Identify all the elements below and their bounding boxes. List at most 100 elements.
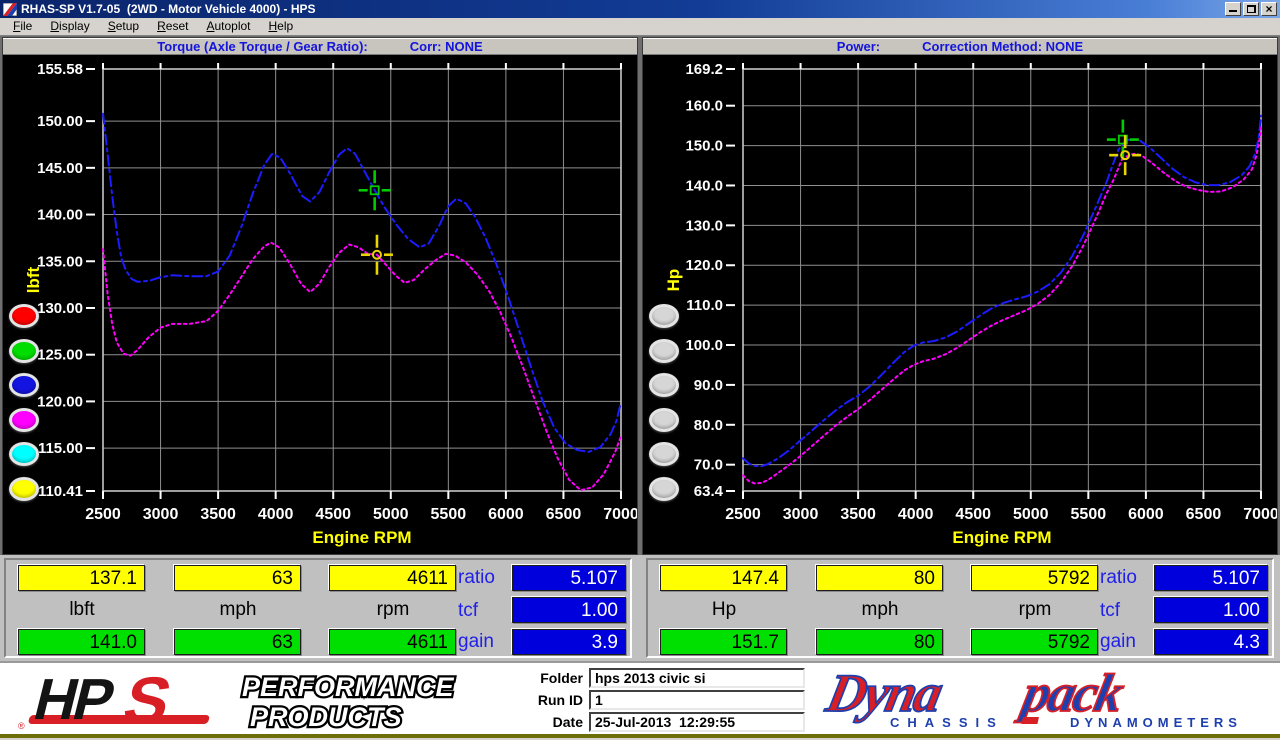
power-readout-panel: 147.4 80 5792 Hp mph rpm 151.7 80 5792 r… <box>646 558 1274 658</box>
window-title: RHAS-SP V1.7-05 (2WD - Motor Vehicle 400… <box>21 0 1225 18</box>
svg-text:4500: 4500 <box>955 506 991 523</box>
torque-plot[interactable]: 155.58150.00145.00140.00135.00130.00125.… <box>3 55 637 555</box>
torque-unit-label: lbft <box>15 599 149 623</box>
svg-text:Engine RPM: Engine RPM <box>312 528 411 547</box>
svg-text:135.00: 135.00 <box>37 253 83 270</box>
date-input[interactable] <box>589 712 805 732</box>
power-cursor2-value: 151.7 <box>660 629 787 655</box>
power-plot[interactable]: 169.2160.0150.0140.0130.0120.0110.0100.0… <box>643 55 1277 555</box>
run-color-button-magenta[interactable] <box>9 408 39 432</box>
menu-reset[interactable]: Reset <box>148 18 197 35</box>
svg-text:2500: 2500 <box>725 506 761 523</box>
bottom-edge-strip <box>0 734 1280 738</box>
menu-display[interactable]: Display <box>41 18 98 35</box>
run-slot-button-4[interactable] <box>649 408 679 432</box>
svg-text:5500: 5500 <box>1071 506 1107 523</box>
run-slot-button-1[interactable] <box>649 304 679 328</box>
run-slot-button-5[interactable] <box>649 442 679 466</box>
run-id-label: Run ID <box>505 692 589 708</box>
close-icon: × <box>1265 4 1272 14</box>
close-button[interactable]: × <box>1261 2 1277 16</box>
menu-autoplot[interactable]: Autoplot <box>197 18 259 35</box>
svg-text:130.0: 130.0 <box>685 217 723 234</box>
svg-text:5000: 5000 <box>1013 506 1049 523</box>
speed-unit-label-2: mph <box>813 599 947 623</box>
menu-file[interactable]: File <box>4 18 41 35</box>
torque-cursor2-rpm: 4611 <box>329 629 456 655</box>
menu-help[interactable]: Help <box>260 18 303 35</box>
svg-text:80.0: 80.0 <box>694 417 723 434</box>
gain-value-2: 4.3 <box>1154 629 1268 655</box>
svg-text:Hp: Hp <box>664 269 683 292</box>
gain-label: gain <box>458 631 518 655</box>
footer-bar: HP S ® PERFORMANCE PRODUCTS Folder Run I… <box>0 661 1280 734</box>
svg-text:Engine RPM: Engine RPM <box>952 528 1051 547</box>
svg-text:2500: 2500 <box>85 506 121 523</box>
svg-text:3000: 3000 <box>143 506 179 523</box>
svg-text:7000: 7000 <box>603 506 637 523</box>
svg-text:7000: 7000 <box>1243 506 1277 523</box>
run-color-button-red[interactable] <box>9 304 39 328</box>
svg-text:PERFORMANCE: PERFORMANCE <box>242 672 454 702</box>
charts-area: Torque (Axle Torque / Gear Ratio): Corr:… <box>0 36 1280 555</box>
restore-button[interactable] <box>1243 2 1259 16</box>
svg-text:6500: 6500 <box>546 506 582 523</box>
torque-chart-title: Torque (Axle Torque / Gear Ratio): <box>157 39 367 54</box>
rpm-unit-label-2: rpm <box>968 599 1102 623</box>
power-chart-header: Power: Correction Method: NONE <box>643 38 1277 55</box>
torque-correction-label: Corr: NONE <box>410 39 483 54</box>
run-slot-button-2[interactable] <box>649 339 679 363</box>
torque-cursor-value: 137.1 <box>18 565 145 591</box>
run-slot-button-6[interactable] <box>649 477 679 501</box>
ratio-value: 5.107 <box>512 565 626 591</box>
torque-chart-panel: Torque (Axle Torque / Gear Ratio): Corr:… <box>2 37 638 555</box>
svg-text:120.00: 120.00 <box>37 393 83 410</box>
tcf-label: tcf <box>458 600 518 624</box>
svg-text:145.00: 145.00 <box>37 160 83 177</box>
tcf-value: 1.00 <box>512 597 626 623</box>
svg-text:lbft: lbft <box>24 266 43 293</box>
power-cursor-mph: 80 <box>816 565 943 591</box>
svg-text:160.0: 160.0 <box>685 98 723 115</box>
minimize-button[interactable] <box>1225 2 1241 16</box>
menu-bar: File Display Setup Reset Autoplot Help <box>0 18 1280 36</box>
svg-text:140.00: 140.00 <box>37 207 83 224</box>
power-unit-label: Hp <box>657 599 791 623</box>
run-slot-button-3[interactable] <box>649 373 679 397</box>
torque-cursor-mph: 63 <box>174 565 301 591</box>
svg-text:5000: 5000 <box>373 506 409 523</box>
torque-cursor2-mph: 63 <box>174 629 301 655</box>
svg-text:3500: 3500 <box>200 506 236 523</box>
hps-logo: HP S ® PERFORMANCE PRODUCTS <box>14 667 484 731</box>
run-color-button-cyan[interactable] <box>9 442 39 466</box>
svg-text:63.4: 63.4 <box>694 483 724 500</box>
ratio-label: ratio <box>458 567 518 591</box>
svg-text:169.2: 169.2 <box>685 61 723 78</box>
run-id-input[interactable] <box>589 690 805 710</box>
app-icon <box>3 3 17 16</box>
power-chart-panel: Power: Correction Method: NONE 169.2 160.… <box>642 37 1278 555</box>
date-label: Date <box>505 714 589 730</box>
power-cursor-value: 147.4 <box>660 565 787 591</box>
svg-text:4000: 4000 <box>258 506 294 523</box>
run-info-fields: Folder Run ID Date <box>505 668 805 734</box>
svg-text:150.0: 150.0 <box>685 138 723 155</box>
svg-text:®: ® <box>18 721 25 731</box>
restore-icon <box>1247 5 1256 13</box>
svg-text:6000: 6000 <box>1128 506 1164 523</box>
torque-cursor2-value: 141.0 <box>18 629 145 655</box>
folder-input[interactable] <box>589 668 805 688</box>
rpm-unit-label: rpm <box>326 599 460 623</box>
svg-text:6000: 6000 <box>488 506 524 523</box>
run-color-button-blue[interactable] <box>9 373 39 397</box>
run-color-button-green[interactable] <box>9 339 39 363</box>
power-cursor2-rpm: 5792 <box>971 629 1098 655</box>
svg-text:115.00: 115.00 <box>38 440 83 457</box>
ratio-value-2: 5.107 <box>1154 565 1268 591</box>
power-cursor2-mph: 80 <box>816 629 943 655</box>
svg-text:6500: 6500 <box>1186 506 1222 523</box>
svg-text:DYNAMOMETERS: DYNAMOMETERS <box>1070 715 1242 730</box>
menu-setup[interactable]: Setup <box>99 18 148 35</box>
readout-strip: 137.1 63 4611 lbft mph rpm 141.0 63 4611… <box>0 555 1280 661</box>
run-color-button-yellow[interactable] <box>9 477 39 501</box>
